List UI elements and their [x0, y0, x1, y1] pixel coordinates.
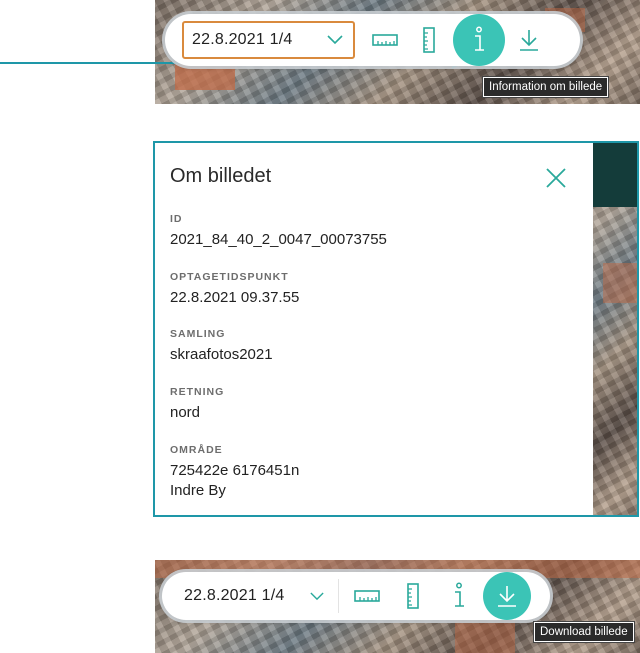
- date-select-value: 22.8.2021 1/4: [184, 587, 285, 604]
- date-select[interactable]: 22.8.2021 1/4: [184, 577, 334, 615]
- field-value: skraafotos2021: [170, 346, 273, 363]
- close-button[interactable]: [543, 165, 569, 191]
- info-icon: [475, 26, 484, 51]
- measure-horizontal-button[interactable]: [347, 576, 387, 616]
- field-label: OPTAGETIDSPUNKT: [170, 271, 289, 283]
- date-select-value: 22.8.2021 1/4: [192, 31, 293, 48]
- field-samling: SAMLING skraafotos2021: [170, 328, 273, 365]
- field-label: SAMLING: [170, 328, 226, 340]
- field-value: 22.8.2021 09.37.55: [170, 289, 300, 306]
- ruler-vertical-icon: [423, 27, 435, 53]
- field-value: nord: [170, 404, 201, 421]
- panel-title: Om billedet: [170, 165, 272, 187]
- measure-vertical-button[interactable]: [409, 20, 449, 60]
- field-value: 2021_84_40_2_0047_00073755: [170, 231, 387, 248]
- field-omraade: OMRÅDE 725422e 6176451n Indre By: [170, 444, 299, 501]
- chevron-down-icon: [310, 592, 324, 601]
- field-label: RETNING: [170, 386, 225, 398]
- field-label: OMRÅDE: [170, 444, 223, 456]
- info-panel-container: Om billedet ID 2021_84_40_2_0047_0007375…: [153, 141, 639, 517]
- toolbar-divider: [338, 579, 339, 613]
- info-button[interactable]: [453, 14, 505, 66]
- viewer-toolbar-bottom: 22.8.2021 1/4: [162, 572, 550, 620]
- field-retning: RETNING nord: [170, 386, 224, 423]
- download-button[interactable]: [483, 572, 531, 620]
- field-label: ID: [170, 213, 183, 225]
- date-select[interactable]: 22.8.2021 1/4: [182, 21, 355, 59]
- tooltip-download: Download billede: [533, 621, 635, 643]
- info-button[interactable]: [439, 576, 479, 616]
- ruler-horizontal-icon: [372, 34, 398, 46]
- download-icon: [520, 30, 538, 51]
- dark-header-strip: [593, 143, 637, 207]
- field-id: ID 2021_84_40_2_0047_00073755: [170, 213, 387, 250]
- close-icon: [546, 168, 566, 188]
- field-optagetidspunkt: OPTAGETIDSPUNKT 22.8.2021 09.37.55: [170, 271, 299, 308]
- info-panel: Om billedet ID 2021_84_40_2_0047_0007375…: [155, 143, 593, 515]
- ruler-horizontal-icon: [354, 590, 380, 602]
- chevron-down-icon: [327, 35, 343, 45]
- ruler-vertical-icon: [407, 583, 419, 609]
- tooltip-info: Information om billede: [481, 76, 610, 98]
- download-icon: [498, 586, 516, 607]
- measure-horizontal-button[interactable]: [365, 20, 405, 60]
- field-value-area-name: Indre By: [170, 482, 226, 499]
- field-value: 725422e 6176451n: [170, 462, 300, 479]
- download-button[interactable]: [509, 20, 549, 60]
- info-icon: [455, 582, 464, 607]
- aerial-photo-side: [593, 143, 637, 515]
- viewer-toolbar-top: 22.8.2021 1/4: [165, 14, 580, 66]
- measure-vertical-button[interactable]: [393, 576, 433, 616]
